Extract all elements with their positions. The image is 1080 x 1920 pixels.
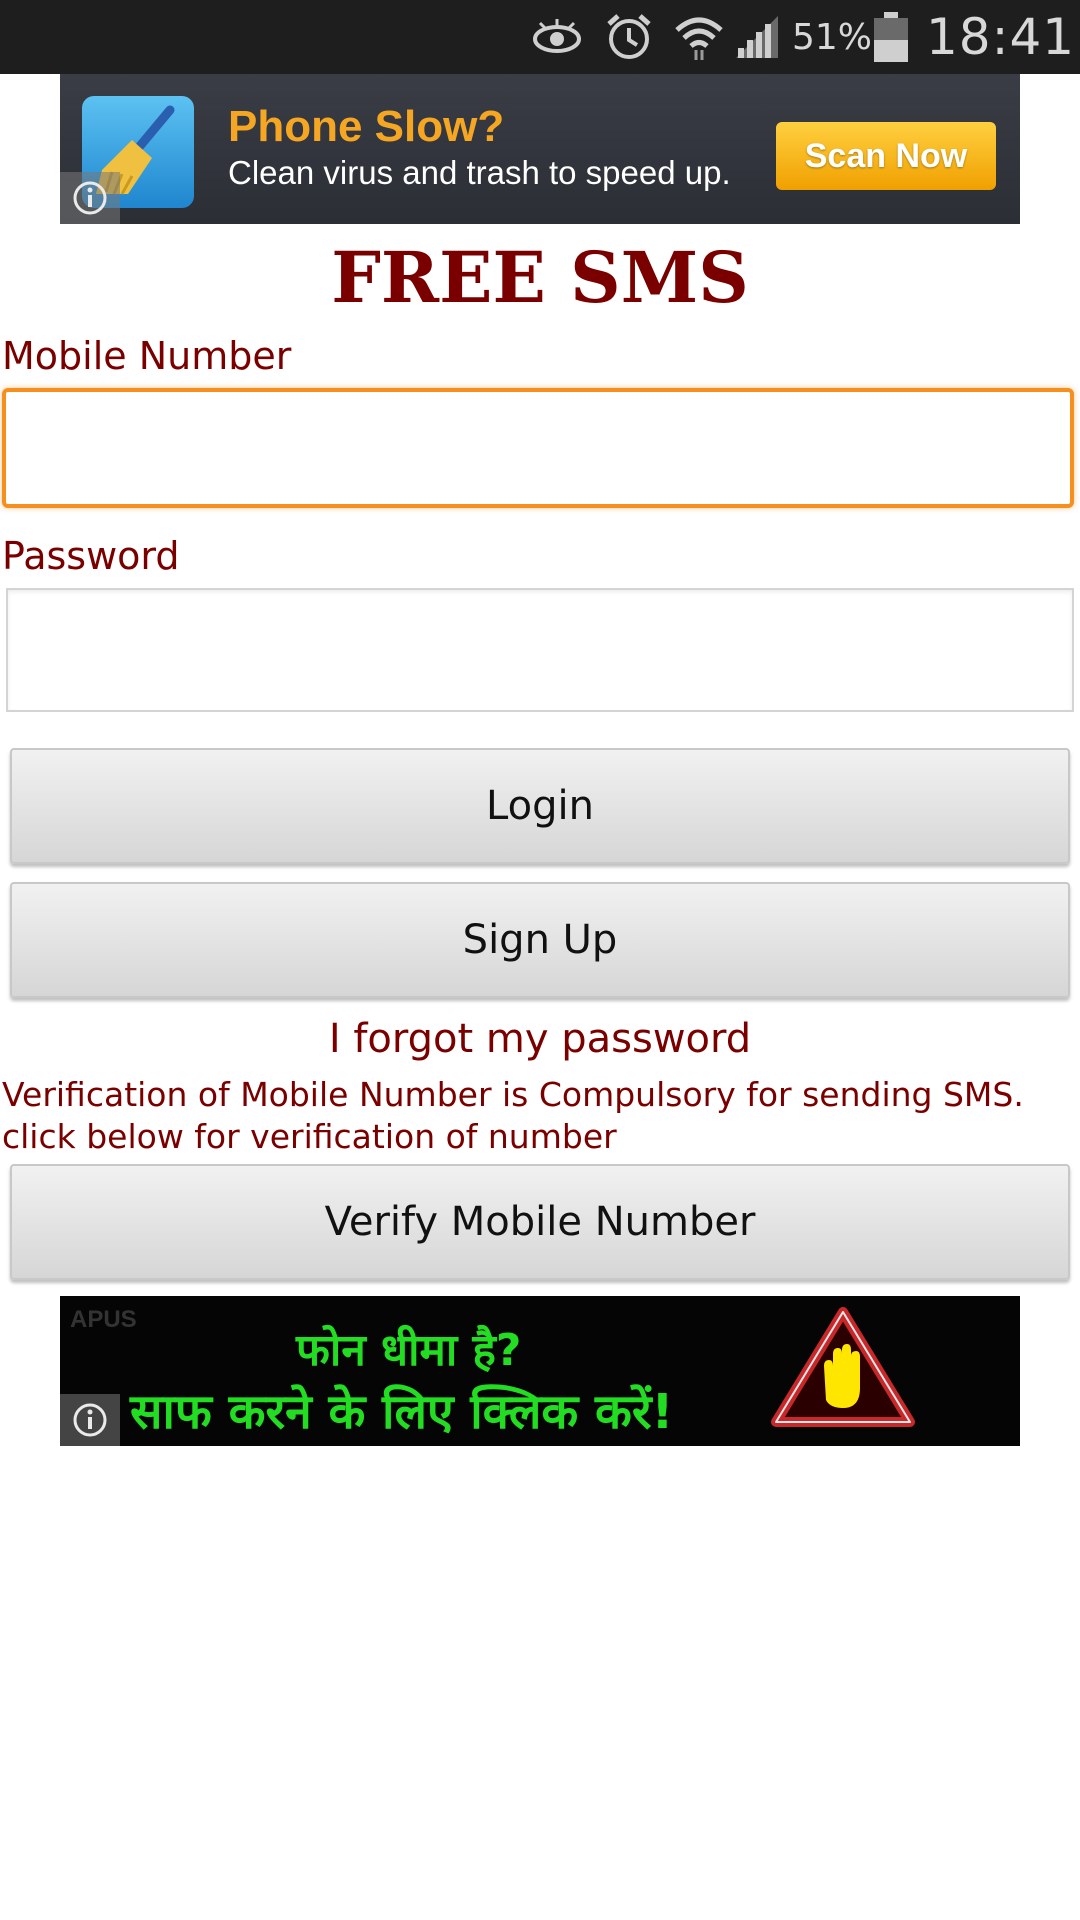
battery-percent: 51%: [792, 16, 873, 58]
ad-line-1: फोन धीमा है?: [296, 1325, 522, 1376]
ad-headline: Phone Slow?: [228, 102, 505, 151]
verify-mobile-number-label: Verify Mobile Number: [324, 1199, 756, 1245]
verification-note-line1: Verification of Mobile Number is Compuls…: [2, 1075, 1024, 1114]
ad-line-2: साफ करने के लिए क्लिक करें!: [130, 1384, 674, 1440]
mobile-number-label: Mobile Number: [2, 334, 292, 378]
ad-info-icon[interactable]: [60, 172, 120, 224]
ad-info-icon[interactable]: [60, 1394, 120, 1446]
sign-up-button-label: Sign Up: [462, 917, 618, 963]
verification-note: Verification of Mobile Number is Compuls…: [2, 1074, 1078, 1158]
forgot-password-link[interactable]: I forgot my password: [0, 1016, 1080, 1062]
ad-banner-bottom[interactable]: APUS फोन धीमा है? साफ करने के लिए क्लिक …: [60, 1296, 1020, 1446]
status-bar: 51% 18:41: [0, 0, 1080, 74]
login-button[interactable]: Login: [10, 748, 1070, 864]
alarm-icon: [604, 0, 654, 74]
clock: 18:41: [926, 8, 1076, 66]
login-button-label: Login: [486, 783, 594, 829]
ad-subline: Clean virus and trash to speed up.: [228, 154, 731, 191]
verification-note-line2: click below for verification of number: [2, 1117, 617, 1156]
scan-now-button[interactable]: Scan Now: [776, 122, 996, 190]
mobile-number-input[interactable]: [2, 388, 1074, 508]
sign-up-button[interactable]: Sign Up: [10, 882, 1070, 998]
eye-icon: [532, 0, 582, 74]
stop-hand-warning-icon: [768, 1304, 918, 1438]
page-title: FREE SMS: [331, 236, 749, 319]
ad-brand: APUS: [70, 1306, 137, 1333]
battery-icon: [872, 0, 910, 74]
wifi-icon: [674, 0, 724, 74]
password-input[interactable]: [6, 588, 1074, 712]
password-label: Password: [2, 534, 180, 578]
verify-mobile-number-button[interactable]: Verify Mobile Number: [10, 1164, 1070, 1280]
ad-banner-top[interactable]: Phone Slow? Clean virus and trash to spe…: [60, 74, 1020, 224]
signal-icon: [734, 0, 780, 74]
